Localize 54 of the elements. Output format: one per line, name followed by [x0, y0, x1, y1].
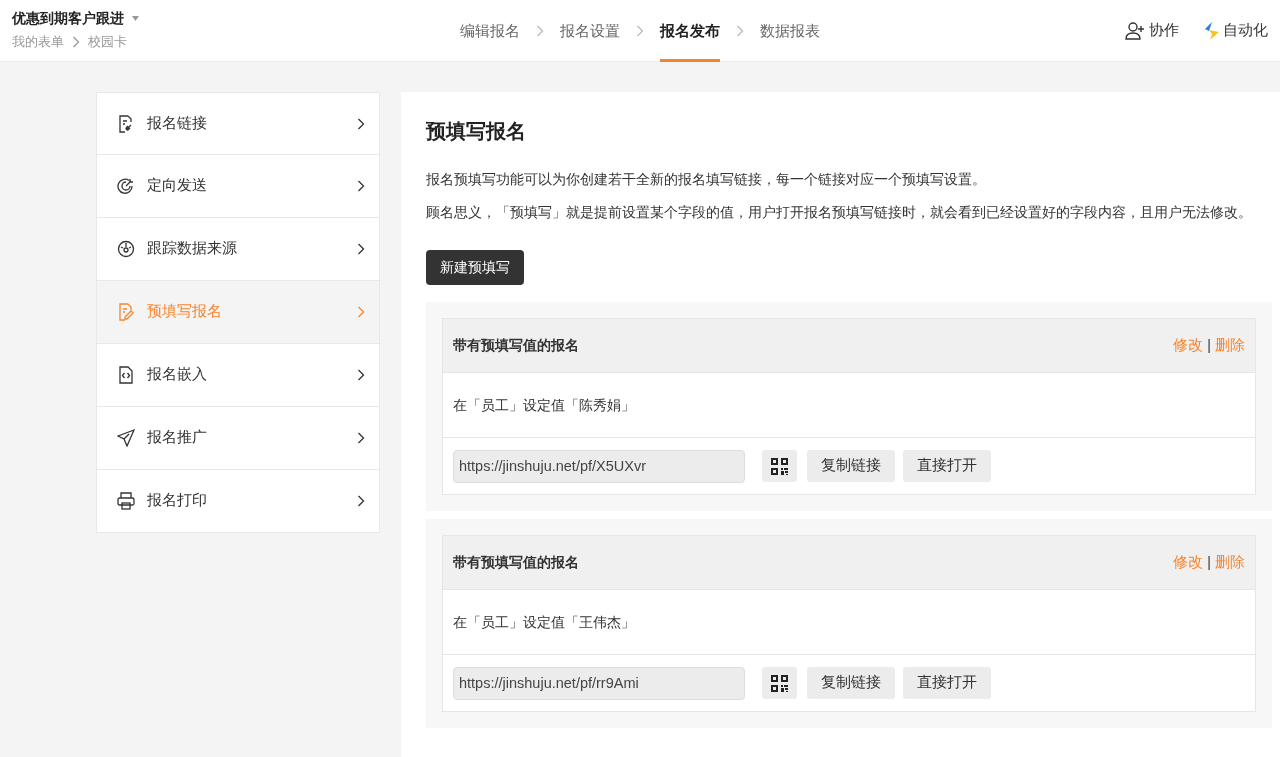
section-title: 预填写报名 — [426, 119, 527, 144]
toolbar-button[interactable]: 自动化 — [1203, 19, 1268, 42]
paper-plane-icon — [117, 429, 135, 447]
code-file-icon — [117, 366, 135, 384]
qr-code-icon — [771, 674, 788, 692]
prefill-description: 在「员工」设定值「陈秀娟」 — [453, 395, 635, 415]
entry-title: 带有预填写值的报名 — [453, 553, 579, 572]
chevron-icon — [357, 369, 365, 381]
sidebar-item[interactable]: 定向发送 — [96, 155, 380, 218]
url-field[interactable]: https://jinshuju.net/pf/rr9Ami — [453, 666, 745, 700]
chevron-icon — [536, 25, 544, 37]
step-tab[interactable]: 报名发布 — [660, 0, 720, 62]
sidebar-item[interactable]: 报名推广 — [96, 407, 380, 470]
chevron-icon — [357, 180, 365, 192]
description-text: 报名预填写功能可以为你创建若干全新的报名填写链接，每一个链接对应一个预填写设置。 — [426, 170, 987, 189]
chevron-icon — [736, 25, 744, 37]
chevron-icon — [357, 243, 365, 255]
sidebar-item[interactable]: 报名打印 — [96, 470, 380, 533]
chevron-icon — [357, 495, 365, 507]
step-tab[interactable]: 编辑报名 — [460, 0, 520, 62]
step-tab[interactable]: 报名设置 — [560, 0, 620, 62]
open-link-button[interactable]: 直接打开 — [903, 667, 991, 699]
chevron-icon — [357, 117, 365, 130]
link-separator: | — [1207, 553, 1211, 572]
document-link-icon — [117, 114, 135, 133]
sidebar-item[interactable]: 跟踪数据来源 — [96, 218, 380, 281]
chevron-icon — [636, 25, 644, 37]
chevron-icon — [357, 306, 365, 318]
copy-link-button[interactable]: 复制链接 — [807, 450, 895, 482]
chevron-icon — [72, 36, 80, 49]
document-edit-icon — [117, 303, 135, 321]
lightning-icon — [1203, 21, 1219, 40]
dropdown-icon[interactable] — [132, 16, 139, 21]
toolbar-button[interactable]: 协作 — [1125, 19, 1179, 42]
target-icon — [117, 177, 135, 195]
qr-code-button[interactable] — [762, 667, 797, 699]
sidebar-item[interactable]: 报名嵌入 — [96, 344, 380, 407]
step-tab[interactable]: 数据报表 — [760, 0, 820, 62]
new-prefill-button[interactable]: 新建预填写 — [426, 250, 524, 285]
printer-icon — [117, 492, 135, 510]
sidebar-item[interactable]: 报名链接 — [96, 92, 380, 155]
chevron-icon — [357, 432, 365, 444]
form-title[interactable]: 优惠到期客户跟进 — [12, 8, 124, 29]
tracking-icon — [117, 240, 135, 258]
open-link-button[interactable]: 直接打开 — [903, 450, 991, 482]
url-field[interactable]: https://jinshuju.net/pf/X5UXvr — [453, 449, 745, 483]
prefill-description: 在「员工」设定值「王伟杰」 — [453, 612, 635, 632]
entry-title: 带有预填写值的报名 — [453, 336, 579, 355]
link-separator: | — [1207, 336, 1211, 355]
add-person-icon — [1125, 21, 1145, 40]
qr-code-icon — [771, 457, 788, 475]
description-text: 顾名思义，「预填写」就是提前设置某个字段的值，用户打开报名预填写链接时，就会看到已经设置好的字段内容，且用户无法修改。 — [426, 203, 1253, 222]
copy-link-button[interactable]: 复制链接 — [807, 667, 895, 699]
qr-code-button[interactable] — [762, 450, 797, 482]
